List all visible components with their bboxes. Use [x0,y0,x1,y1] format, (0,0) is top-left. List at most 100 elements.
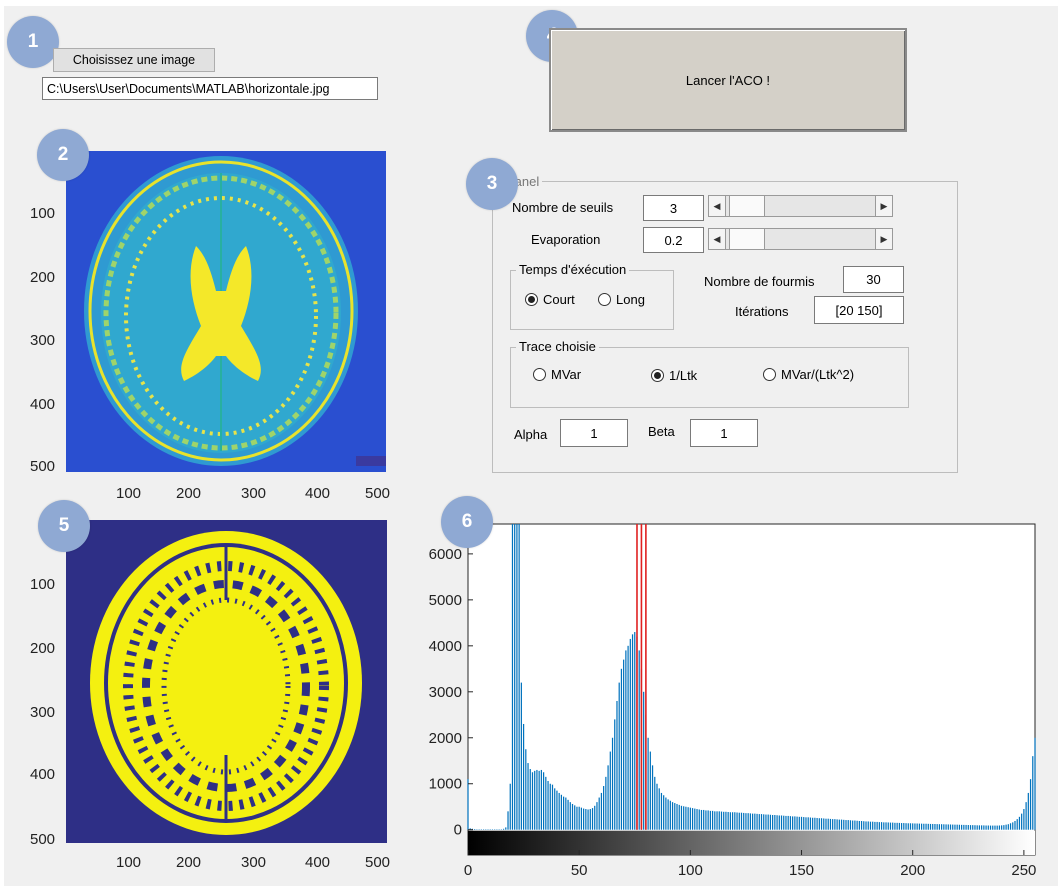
histogram-bar [560,794,562,830]
histogram-bar [878,822,880,830]
step-badge-2: 2 [37,129,89,181]
histogram-bar [651,765,654,830]
histogram-bar [605,776,607,830]
histogram-chart: 0 50 100 150 200 250 0 1000 2000 3000 4000 5000 6000 [429,523,1036,879]
histogram-bar [969,825,972,830]
histogram-bar [509,783,511,830]
slider-thumb[interactable] [729,229,765,249]
histogram-bar [598,797,600,830]
histogram-bar [545,776,547,830]
orig-y-tick-300: 300 [30,332,56,349]
histogram-bar [611,737,614,830]
fourmis-field[interactable]: 30 [843,266,904,293]
histogram-bar [845,820,847,830]
radio-1-ltk[interactable]: 1/Ltk [651,368,697,383]
histogram-bar [1012,822,1014,830]
histogram-bar [707,810,709,830]
histogram-bar [565,797,567,830]
histogram-bar [852,820,854,830]
image-path-field[interactable]: C:\Users\User\Documents\MATLAB\horizonta… [42,77,378,100]
radio-mvar[interactable]: MVar [533,367,581,382]
histogram-bar [580,807,583,830]
radio-unselected-icon[interactable] [598,293,611,306]
histogram-bar [798,816,800,830]
histogram-bar [474,829,476,830]
launch-aco-button[interactable]: Lancer l'ACO ! [549,28,907,132]
iterations-field[interactable]: [20 150] [814,296,904,324]
histogram-bar [1005,824,1007,830]
histogram-bar [854,820,856,830]
beta-field[interactable]: 1 [690,419,758,447]
seuils-field[interactable]: 3 [643,195,704,221]
histogram-bar [656,783,658,830]
histogram-bar [954,824,956,830]
histogram-x-tick-label: 250 [1011,862,1036,879]
evaporation-field[interactable]: 0.2 [643,227,704,253]
histogram-bar [905,823,907,830]
slider-right-arrow-icon[interactable]: ▶ [875,196,892,216]
radio-selected-icon[interactable] [651,369,664,382]
histogram-bar [843,819,845,830]
radio-selected-icon[interactable] [525,293,538,306]
histogram-bar [767,814,769,830]
radio-long[interactable]: Long [598,292,645,307]
histogram-bar [1003,825,1005,830]
histogram-bar [972,825,974,830]
histogram-bar [734,812,736,830]
original-mri-image [66,151,386,472]
histogram-bar [647,737,649,830]
radio-court[interactable]: Court [525,292,575,307]
orig-x-tick-300: 300 [241,485,267,502]
histogram-bar [903,823,905,830]
choose-image-button[interactable]: Choisissez une image [53,48,215,72]
seg-x-tick-200: 200 [176,854,202,871]
histogram-bar [809,817,812,830]
seg-y-tick-100: 100 [30,576,56,593]
histogram-bar [992,825,994,830]
histogram-bar [665,797,667,830]
histogram-bar [691,808,694,830]
alpha-field[interactable]: 1 [560,419,628,447]
histogram-bar [725,811,727,830]
histogram-bar [800,816,803,830]
seuils-slider[interactable]: ◀ ▶ [708,195,893,217]
slider-left-arrow-icon[interactable]: ◀ [709,196,726,216]
histogram-y-tick-label: 0 [454,822,462,839]
histogram-bar [603,786,605,830]
histogram-bar [952,824,954,830]
histogram-bar [996,825,998,830]
histogram-bar [1009,823,1012,830]
step-badge-5: 5 [38,500,90,552]
radio-unselected-icon[interactable] [533,368,546,381]
histogram-bar [769,814,772,830]
seg-y-tick-300: 300 [30,704,56,721]
histogram-bar [914,823,916,830]
slider-left-arrow-icon[interactable]: ◀ [709,229,726,249]
histogram-bar [1001,825,1003,830]
histogram-bar [920,823,923,830]
histogram-bar [958,824,961,830]
histogram-bar [736,812,738,830]
histogram-bar [696,809,698,830]
histogram-y-tick-label: 1000 [429,776,462,793]
slider-right-arrow-icon[interactable]: ▶ [875,229,892,249]
orig-y-tick-100: 100 [30,205,56,222]
histogram-bar [985,825,987,830]
histogram-bar [927,823,929,830]
histogram-bar [1034,737,1036,830]
histogram-bar [896,822,898,830]
histogram-bar [502,828,505,830]
histogram-y-tick-label: 5000 [429,592,462,609]
histogram-bar [894,822,896,830]
radio-mvar-ltk2[interactable]: MVar/(Ltk^2) [763,367,854,382]
radio-unselected-icon[interactable] [763,368,776,381]
histogram-bar [818,818,820,830]
histogram-bar [683,806,685,830]
evaporation-slider[interactable]: ◀ ▶ [708,228,893,250]
histogram-bar [1018,816,1021,830]
slider-thumb[interactable] [729,196,765,216]
histogram-bar [803,817,805,830]
histogram-bar [934,824,936,830]
histogram-bar [680,805,683,830]
histogram-bar [467,779,469,830]
